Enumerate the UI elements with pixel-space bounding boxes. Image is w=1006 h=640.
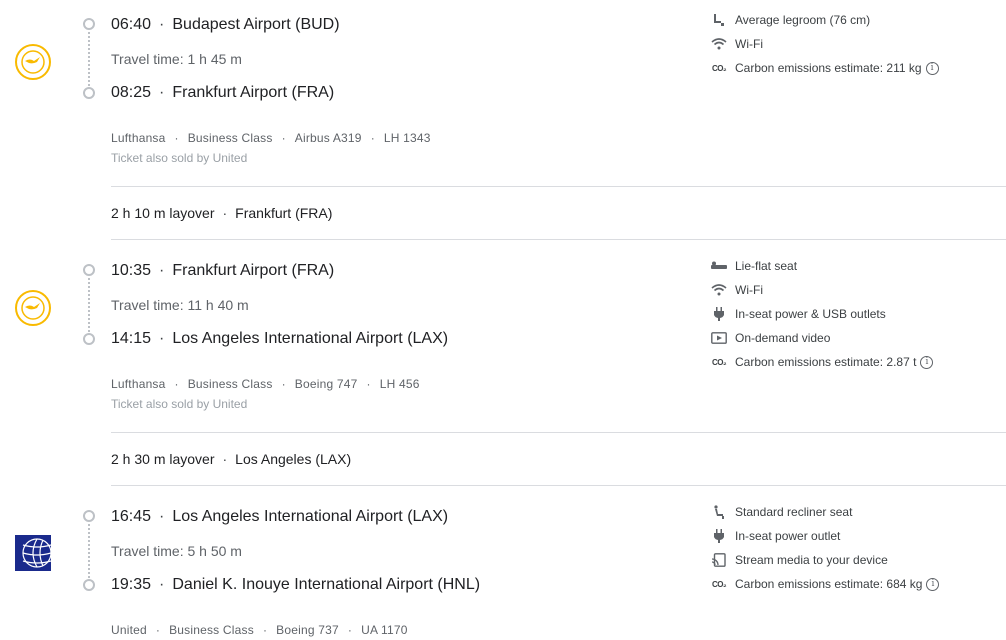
layover-duration: 2 h 30 m layover bbox=[111, 451, 215, 467]
separator: · bbox=[159, 84, 165, 101]
amenities-list: Standard recliner seat In-seat power out… bbox=[711, 500, 940, 596]
arrival-row: 19:35 · Daniel K. Inouye International Air… bbox=[111, 576, 481, 593]
united-globe-logo bbox=[15, 535, 52, 571]
arrival-airport: Frankfurt Airport (FRA) bbox=[172, 84, 335, 101]
amenity-stream: Stream media to your device bbox=[711, 548, 939, 572]
airline-name: Lufthansa bbox=[111, 131, 166, 145]
amenity-video: On-demand video bbox=[711, 326, 933, 350]
amenity-wifi: Wi-Fi bbox=[711, 278, 933, 302]
arrival-airport: Daniel K. Inouye International Airport (… bbox=[172, 576, 481, 593]
amenity-power: In-seat power outlet bbox=[711, 524, 939, 548]
flight-details: United · Business Class · Boeing 737 · UA 1170 bbox=[111, 623, 408, 637]
travel-time: Travel time: 5 h 50 m bbox=[111, 543, 242, 559]
segment-timeline bbox=[83, 264, 95, 346]
departure-time: 10:35 bbox=[111, 262, 152, 279]
amenity-carbon: CO₂ Carbon emissions estimate: 684 kg i bbox=[711, 572, 940, 596]
arrival-row: 14:15 · Los Angeles International Airport … bbox=[111, 330, 449, 347]
info-icon[interactable]: i bbox=[920, 355, 934, 369]
layover-duration: 2 h 10 m layover bbox=[111, 205, 215, 221]
power-plug-icon bbox=[711, 306, 727, 322]
amenity-seat: Standard recliner seat bbox=[711, 500, 939, 524]
departure-row: 16:45 · Los Angeles International Airport … bbox=[111, 508, 449, 525]
aircraft: Boeing 737 bbox=[276, 623, 339, 637]
segment-timeline bbox=[83, 18, 95, 100]
amenity-legroom: Average legroom (76 cm) bbox=[711, 8, 939, 32]
amenity-carbon: CO₂ Carbon emissions estimate: 211 kg i bbox=[711, 56, 939, 80]
stream-media-icon bbox=[711, 552, 727, 568]
cabin-class: Business Class bbox=[187, 131, 273, 145]
divider bbox=[111, 239, 1006, 240]
flight-number: LH 456 bbox=[379, 377, 420, 391]
arrival-circle bbox=[83, 333, 95, 345]
departure-airport: Frankfurt Airport (FRA) bbox=[172, 262, 335, 279]
departure-time: 16:45 bbox=[111, 508, 152, 525]
lufthansa-crane-logo bbox=[15, 290, 51, 326]
arrival-circle bbox=[83, 87, 95, 99]
travel-time: Travel time: 11 h 40 m bbox=[111, 297, 249, 313]
co2-icon: CO₂ bbox=[711, 579, 727, 589]
divider bbox=[111, 485, 1006, 486]
travel-time: Travel time: 1 h 45 m bbox=[111, 51, 242, 67]
arrival-time: 14:15 bbox=[111, 330, 152, 347]
recliner-seat-icon bbox=[711, 504, 727, 520]
arrival-time: 19:35 bbox=[111, 576, 152, 593]
departure-airport: Budapest Airport (BUD) bbox=[172, 16, 340, 33]
arrival-row: 08:25 · Frankfurt Airport (FRA) bbox=[111, 84, 334, 102]
lufthansa-crane-logo bbox=[15, 44, 51, 80]
co2-icon: CO₂ bbox=[711, 357, 727, 367]
video-icon bbox=[711, 330, 727, 346]
arrival-airport: Los Angeles International Airport (LAX) bbox=[172, 330, 449, 347]
info-icon[interactable]: i bbox=[926, 577, 940, 591]
amenities-list: Lie-flat seat Wi-Fi In-seat power & USB … bbox=[711, 254, 934, 374]
legroom-icon bbox=[711, 12, 727, 28]
departure-row: 10:35 · Frankfurt Airport (FRA) bbox=[111, 262, 335, 279]
wifi-icon bbox=[711, 36, 727, 52]
arrival-time: 08:25 bbox=[111, 84, 152, 101]
ticket-sold-by: Ticket also sold by United bbox=[111, 397, 248, 411]
amenity-wifi: Wi-Fi bbox=[711, 32, 939, 56]
aircraft: Boeing 747 bbox=[294, 377, 358, 391]
lie-flat-seat-icon bbox=[711, 258, 727, 274]
flight-details: Lufthansa · Business Class · Airbus A319 · LH … bbox=[111, 131, 431, 145]
timeline-dots bbox=[88, 524, 92, 578]
departure-row: 06:40 · Budapest Airport (BUD) bbox=[111, 16, 340, 34]
flight-number: UA 1170 bbox=[361, 623, 408, 637]
airline-name: United bbox=[111, 623, 147, 637]
layover-place: Frankfurt (FRA) bbox=[235, 205, 333, 221]
divider bbox=[111, 432, 1006, 433]
timeline-dots bbox=[88, 32, 92, 86]
layover-place: Los Angeles (LAX) bbox=[235, 451, 352, 467]
amenities-list: Average legroom (76 cm) Wi-Fi CO₂ Carbon… bbox=[711, 8, 939, 80]
amenity-seat: Lie-flat seat bbox=[711, 254, 933, 278]
separator: · bbox=[159, 16, 165, 33]
flight-number: LH 1343 bbox=[383, 131, 431, 145]
divider bbox=[111, 186, 1006, 187]
departure-circle bbox=[83, 18, 95, 30]
departure-time: 06:40 bbox=[111, 16, 152, 33]
co2-icon: CO₂ bbox=[711, 63, 727, 73]
flight-details: Lufthansa · Business Class · Boeing 747 · LH 4… bbox=[111, 377, 420, 391]
wifi-icon bbox=[711, 282, 727, 298]
power-plug-icon bbox=[711, 528, 727, 544]
layover-1: 2 h 10 m layover · Frankfurt (FRA) bbox=[111, 205, 333, 221]
departure-airport: Los Angeles International Airport (LAX) bbox=[172, 508, 449, 525]
amenity-carbon: CO₂ Carbon emissions estimate: 2.87 t i bbox=[711, 350, 934, 374]
cabin-class: Business Class bbox=[187, 377, 273, 391]
arrival-circle bbox=[83, 579, 95, 591]
ticket-sold-by: Ticket also sold by United bbox=[111, 151, 248, 165]
departure-circle bbox=[83, 510, 95, 522]
amenity-power: In-seat power & USB outlets bbox=[711, 302, 933, 326]
info-icon[interactable]: i bbox=[925, 61, 939, 75]
aircraft: Airbus A319 bbox=[294, 131, 362, 145]
departure-circle bbox=[83, 264, 95, 276]
layover-2: 2 h 30 m layover · Los Angeles (LAX) bbox=[111, 451, 352, 467]
segment-timeline bbox=[83, 510, 95, 592]
timeline-dots bbox=[88, 278, 92, 332]
cabin-class: Business Class bbox=[169, 623, 254, 637]
airline-name: Lufthansa bbox=[111, 377, 166, 391]
